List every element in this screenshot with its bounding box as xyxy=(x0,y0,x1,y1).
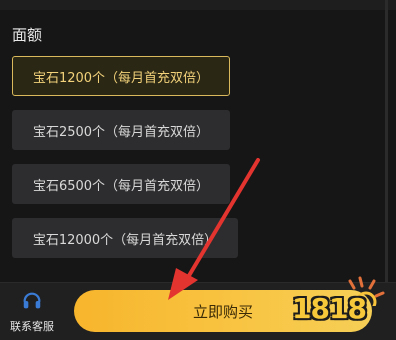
buy-now-button[interactable]: 立即购买 xyxy=(74,290,372,332)
section-title: 面额 xyxy=(12,26,43,44)
option-gem-6500[interactable]: 宝石6500个（每月首充双倍） xyxy=(12,164,230,204)
scrollbar[interactable] xyxy=(385,0,388,282)
headset-icon xyxy=(23,292,41,309)
option-gem-2500[interactable]: 宝石2500个（每月首充双倍） xyxy=(12,110,230,150)
top-panel-edge xyxy=(0,0,396,10)
recharge-screen: 面额 宝石1200个（每月首充双倍） 宝石2500个（每月首充双倍） 宝石650… xyxy=(0,0,396,340)
option-gem-12000[interactable]: 宝石12000个（每月首充双倍） xyxy=(12,218,238,258)
option-gem-1200[interactable]: 宝石1200个（每月首充双倍） xyxy=(12,56,230,96)
contact-support-button[interactable]: 联系客服 xyxy=(4,290,60,334)
contact-support-label: 联系客服 xyxy=(10,320,54,333)
